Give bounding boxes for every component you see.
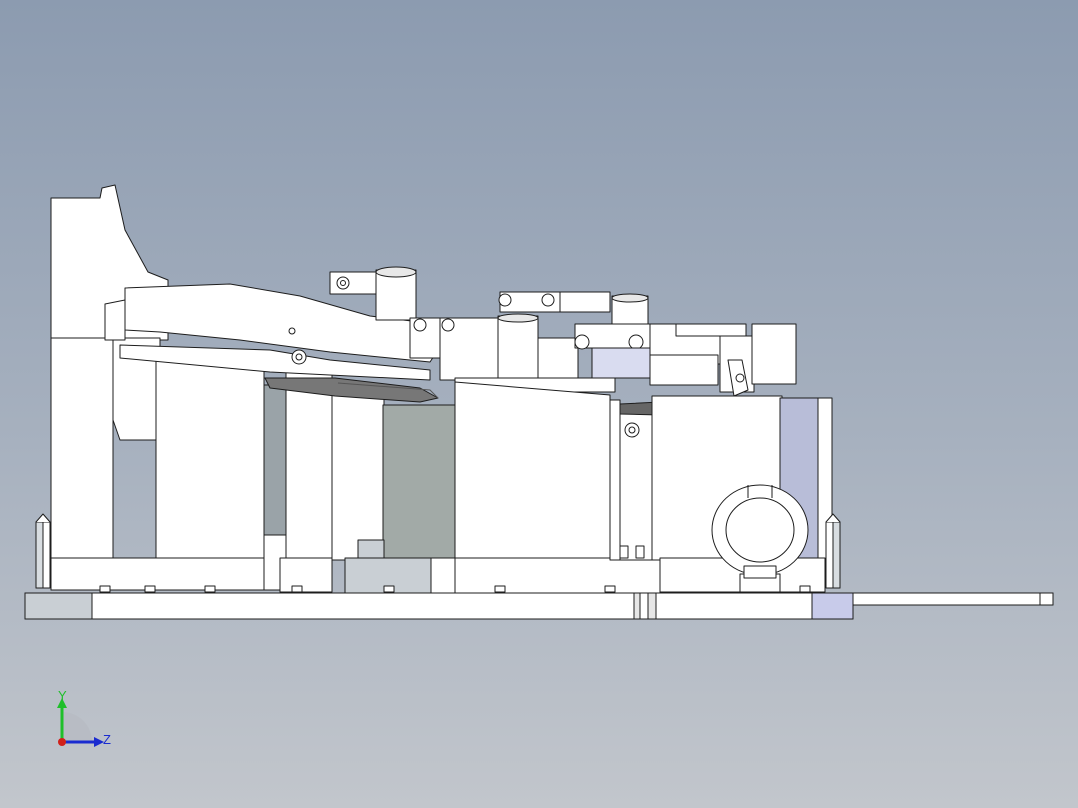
z-axis-label: Z: [103, 732, 111, 747]
x-axis-dot: [58, 738, 66, 746]
left-support-block[interactable]: [35, 184, 169, 591]
base-plate[interactable]: [24, 592, 1054, 620]
fixture-assembly-model[interactable]: [0, 0, 1078, 808]
y-axis-label: Y: [58, 688, 67, 703]
cad-viewport[interactable]: Y Z: [0, 0, 1078, 808]
